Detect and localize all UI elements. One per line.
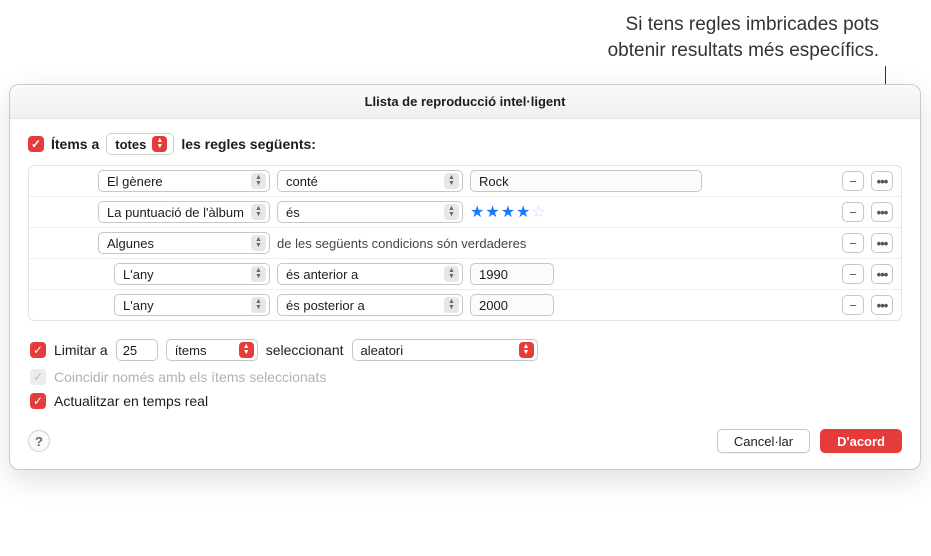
match-checked-row: ✓ Coincidir només amb els ítems seleccio… bbox=[28, 365, 902, 389]
star-icon: ★ bbox=[501, 204, 516, 221]
rule-field-select[interactable]: El gènere ▲▼ bbox=[98, 170, 270, 192]
rule-op-select[interactable]: és anterior a ▲▼ bbox=[277, 263, 463, 285]
stepper-icon: ▲▼ bbox=[251, 266, 266, 282]
limit-method-value: aleatori bbox=[361, 343, 404, 358]
rule-field-select[interactable]: L'any ▲▼ bbox=[114, 263, 270, 285]
rule-more-button[interactable]: ••• bbox=[871, 264, 893, 284]
rule-op-select[interactable]: és ▲▼ bbox=[277, 201, 463, 223]
stepper-icon: ▲▼ bbox=[444, 173, 459, 189]
help-button[interactable]: ? bbox=[28, 430, 50, 452]
rule-op-value: és posterior a bbox=[286, 298, 365, 313]
star-icon: ★ bbox=[485, 204, 500, 221]
match-checked-label: Coincidir només amb els ítems selecciona… bbox=[54, 369, 326, 385]
rule-field-value: Algunes bbox=[107, 236, 154, 251]
rule-value-input[interactable]: 1990 bbox=[470, 263, 554, 285]
stepper-icon: ▲▼ bbox=[444, 266, 459, 282]
rule-more-button[interactable]: ••• bbox=[871, 202, 893, 222]
limit-method-select[interactable]: aleatori ▲▼ bbox=[352, 339, 538, 361]
rule-field-value: El gènere bbox=[107, 174, 163, 189]
stepper-icon: ▲▼ bbox=[251, 235, 266, 251]
live-update-row: ✓ Actualitzar en temps real bbox=[28, 389, 902, 413]
footer: ? Cancel·lar D'acord bbox=[28, 413, 902, 453]
rule-row: Algunes ▲▼ de les següents condicions só… bbox=[29, 228, 901, 259]
rule-group-tail: de les següents condicions són verdadere… bbox=[277, 236, 526, 251]
limit-label: Limitar a bbox=[54, 342, 108, 358]
match-header: ✓ Ítems a totes ▲▼ les regles següents: bbox=[28, 133, 902, 155]
stepper-icon: ▲▼ bbox=[519, 342, 534, 358]
star-icon: ☆ bbox=[531, 204, 546, 221]
rule-field-value: La puntuació de l'àlbum bbox=[107, 205, 244, 220]
rule-op-select[interactable]: conté ▲▼ bbox=[277, 170, 463, 192]
stepper-icon: ▲▼ bbox=[251, 297, 266, 313]
live-update-label: Actualitzar en temps real bbox=[54, 393, 208, 409]
rule-field-select[interactable]: La puntuació de l'àlbum ▲▼ bbox=[98, 201, 270, 223]
match-mode-select[interactable]: totes ▲▼ bbox=[106, 133, 174, 155]
rule-op-value: conté bbox=[286, 174, 318, 189]
rule-op-value: és anterior a bbox=[286, 267, 358, 282]
ok-button[interactable]: D'acord bbox=[820, 429, 902, 453]
limit-unit-value: ítems bbox=[175, 343, 207, 358]
rule-value-input[interactable]: Rock bbox=[470, 170, 702, 192]
remove-rule-button[interactable]: − bbox=[842, 295, 864, 315]
stepper-icon: ▲▼ bbox=[444, 297, 459, 313]
stepper-icon: ▲▼ bbox=[239, 342, 254, 358]
rule-field-value: L'any bbox=[123, 298, 154, 313]
rule-row: La puntuació de l'àlbum ▲▼ és ▲▼ ★★★★☆ −… bbox=[29, 197, 901, 228]
match-checked-checkbox: ✓ bbox=[30, 369, 46, 385]
callout-line-1: Si tens regles imbricades pots bbox=[608, 12, 879, 38]
rule-value-input[interactable]: 2000 bbox=[470, 294, 554, 316]
cancel-button[interactable]: Cancel·lar bbox=[717, 429, 810, 453]
smart-playlist-window: Llista de reproducció intel·ligent ✓ Íte… bbox=[9, 84, 921, 470]
rule-field-select[interactable]: Algunes ▲▼ bbox=[98, 232, 270, 254]
stepper-icon: ▲▼ bbox=[152, 136, 167, 152]
stepper-icon: ▲▼ bbox=[251, 173, 266, 189]
live-update-checkbox[interactable]: ✓ bbox=[30, 393, 46, 409]
remove-rule-button[interactable]: − bbox=[842, 202, 864, 222]
limit-count-input[interactable]: 25 bbox=[116, 339, 158, 361]
match-suffix: les regles següents: bbox=[181, 136, 316, 152]
rule-stars-input[interactable]: ★★★★☆ bbox=[470, 202, 547, 222]
rule-more-button[interactable]: ••• bbox=[871, 233, 893, 253]
stepper-icon: ▲▼ bbox=[444, 204, 459, 220]
rule-row: L'any ▲▼ és anterior a ▲▼ 1990 − ••• bbox=[29, 259, 901, 290]
remove-rule-button[interactable]: − bbox=[842, 171, 864, 191]
rule-row: L'any ▲▼ és posterior a ▲▼ 2000 − ••• bbox=[29, 290, 901, 320]
limit-selecting-label: seleccionant bbox=[266, 342, 344, 358]
limit-row: ✓ Limitar a 25 ítems ▲▼ seleccionant ale… bbox=[28, 335, 902, 365]
stepper-icon: ▲▼ bbox=[251, 204, 266, 220]
remove-rule-button[interactable]: − bbox=[842, 233, 864, 253]
callout-text: Si tens regles imbricades pots obtenir r… bbox=[608, 12, 879, 63]
star-icon: ★ bbox=[516, 204, 531, 221]
rule-row: El gènere ▲▼ conté ▲▼ Rock − ••• bbox=[29, 166, 901, 197]
match-checkbox[interactable]: ✓ bbox=[28, 136, 44, 152]
rule-op-select[interactable]: és posterior a ▲▼ bbox=[277, 294, 463, 316]
callout-line-2: obtenir resultats més específics. bbox=[608, 38, 879, 64]
rule-op-value: és bbox=[286, 205, 300, 220]
match-prefix: Ítems a bbox=[51, 136, 99, 152]
limit-checkbox[interactable]: ✓ bbox=[30, 342, 46, 358]
rule-more-button[interactable]: ••• bbox=[871, 295, 893, 315]
rules-list: El gènere ▲▼ conté ▲▼ Rock − ••• La punt… bbox=[28, 165, 902, 321]
star-icon: ★ bbox=[470, 204, 485, 221]
rule-field-value: L'any bbox=[123, 267, 154, 282]
rule-field-select[interactable]: L'any ▲▼ bbox=[114, 294, 270, 316]
remove-rule-button[interactable]: − bbox=[842, 264, 864, 284]
window-title: Llista de reproducció intel·ligent bbox=[10, 85, 920, 119]
limit-unit-select[interactable]: ítems ▲▼ bbox=[166, 339, 258, 361]
window-content: ✓ Ítems a totes ▲▼ les regles següents: … bbox=[10, 119, 920, 469]
match-mode-value: totes bbox=[115, 137, 146, 152]
rule-more-button[interactable]: ••• bbox=[871, 171, 893, 191]
